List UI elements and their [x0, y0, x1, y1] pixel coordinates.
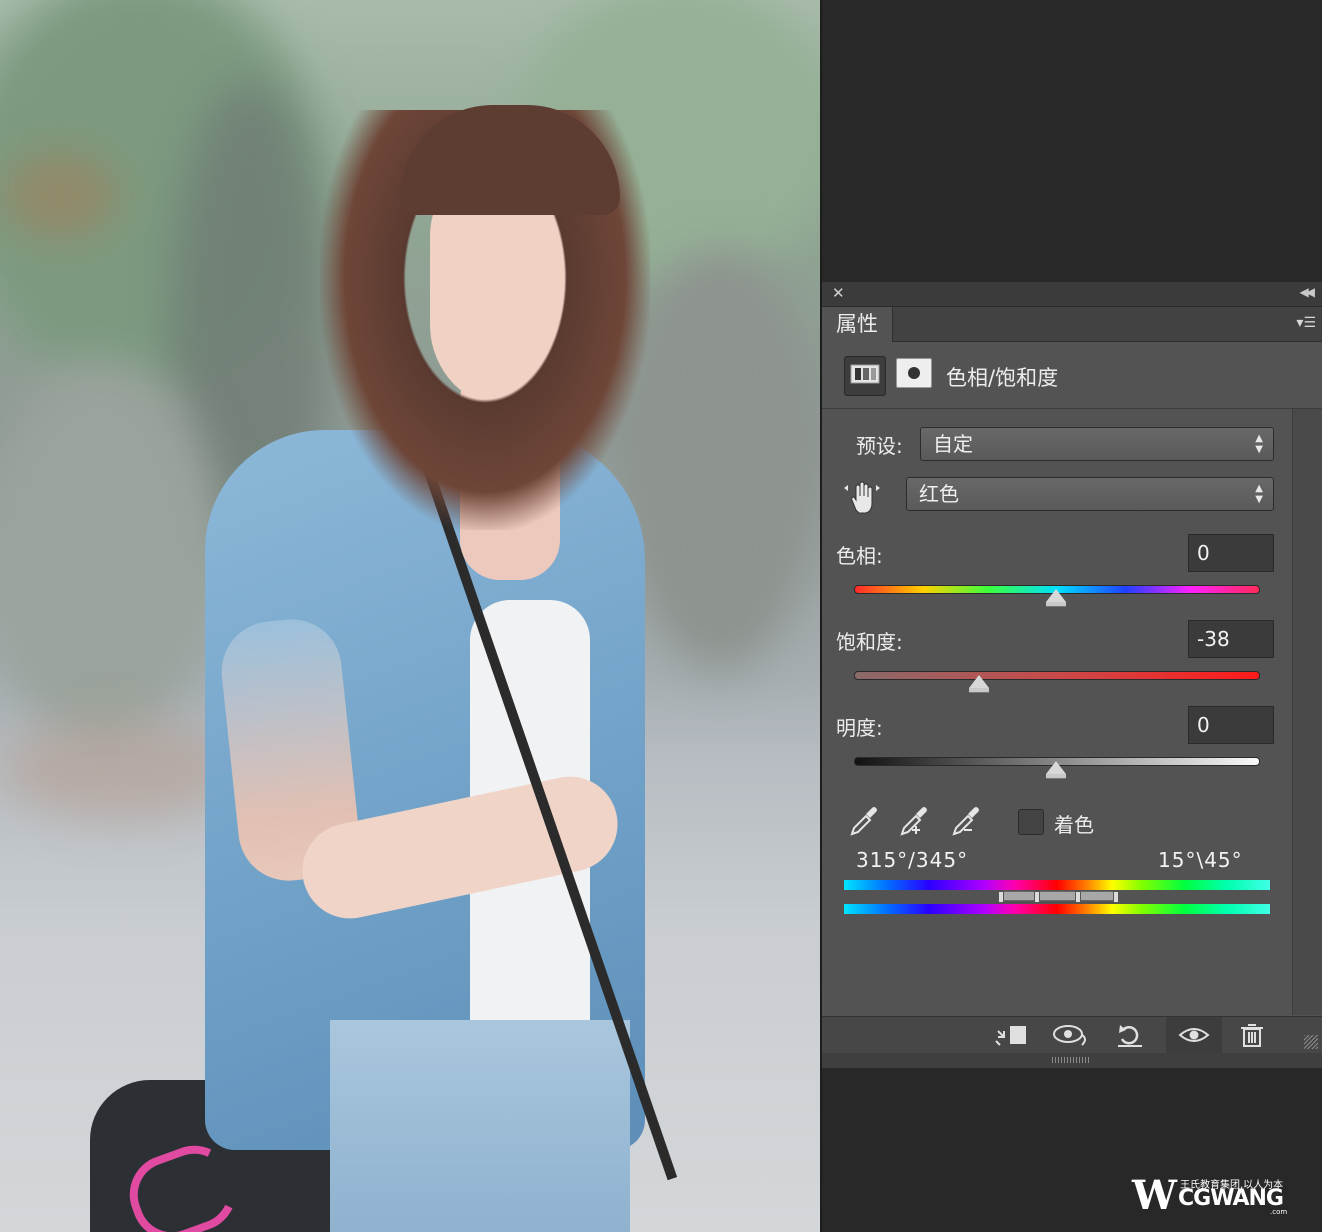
- lightness-input[interactable]: 0: [1188, 706, 1274, 744]
- saturation-label: 饱和度:: [836, 630, 903, 654]
- channel-value: 红色: [919, 482, 959, 506]
- saturation-slider-track[interactable]: [854, 671, 1260, 680]
- grip-lines: [1052, 1057, 1090, 1063]
- lightness-slider-thumb[interactable]: [1046, 761, 1066, 779]
- hue-input[interactable]: 0: [1188, 534, 1274, 572]
- watermark-brand: CGWANG: [1178, 1186, 1284, 1211]
- jeans: [330, 1020, 630, 1232]
- range-left-label: 315°/345°: [856, 848, 969, 872]
- panel-bottom-toolbar: [822, 1016, 1322, 1054]
- watermark-logo-mark: W: [1132, 1172, 1177, 1219]
- panel-tab-bar: 属性 ▾☰: [822, 307, 1322, 342]
- layer-mask-icon[interactable]: [896, 358, 932, 388]
- canvas-photo: [0, 0, 820, 1232]
- clip-to-layer-icon[interactable]: [992, 1021, 1032, 1049]
- watermark-suffix: .com: [1270, 1208, 1288, 1216]
- lightness-label: 明度:: [836, 716, 883, 740]
- saturation-slider-thumb[interactable]: [969, 675, 989, 693]
- hand-scrub-icon[interactable]: [842, 478, 882, 518]
- colorize-label: 着色: [1054, 813, 1094, 837]
- resize-grip-icon[interactable]: [1304, 1035, 1318, 1049]
- double-chevron-left-icon[interactable]: ◀◀: [1300, 285, 1316, 299]
- range-handle-inner-left[interactable]: [1034, 891, 1040, 903]
- panel-title-bar: ✕ ◀◀: [822, 282, 1322, 307]
- adjustment-title: 色相/饱和度: [946, 366, 1059, 390]
- hue-label: 色相:: [836, 544, 883, 568]
- eyedropper-minus-icon[interactable]: [948, 804, 982, 838]
- preset-value: 自定: [933, 432, 973, 456]
- trash-icon[interactable]: [1232, 1021, 1272, 1049]
- saturation-input[interactable]: -38: [1188, 620, 1274, 658]
- color-range-bar[interactable]: [1000, 891, 1118, 901]
- bottom-color-spectrum: [844, 904, 1270, 914]
- properties-panel: ✕ ◀◀ 属性 ▾☰ 色相/饱和度 预设: 自定 ▲ ▼ 红色 ▲ ▼ 色相: …: [822, 282, 1322, 1068]
- reset-icon[interactable]: [1110, 1021, 1150, 1049]
- channel-select[interactable]: 红色 ▲ ▼: [906, 477, 1274, 511]
- range-handle-inner-right[interactable]: [1075, 891, 1081, 903]
- colorize-checkbox[interactable]: [1018, 809, 1044, 835]
- top-color-spectrum: [844, 880, 1270, 890]
- updown-icon: ▲ ▼: [1255, 433, 1263, 455]
- preset-select[interactable]: 自定 ▲ ▼: [920, 427, 1274, 461]
- cgwang-watermark: W 王氏教育集团,以人为本 CGWANG .com: [1132, 1170, 1302, 1220]
- close-icon[interactable]: ✕: [832, 284, 845, 302]
- panel-menu-icon[interactable]: ▾☰: [1296, 315, 1316, 331]
- eyedropper-plus-icon[interactable]: [896, 804, 930, 838]
- view-previous-icon[interactable]: [1050, 1021, 1090, 1049]
- panel-bottom-grip[interactable]: [822, 1053, 1322, 1068]
- eyedropper-icon[interactable]: [846, 804, 880, 838]
- range-right-label: 15°\45°: [1158, 848, 1243, 872]
- hue-slider-thumb[interactable]: [1046, 589, 1066, 607]
- range-handle-outer-left[interactable]: [998, 891, 1004, 903]
- range-handle-outer-right[interactable]: [1113, 891, 1119, 903]
- panel-scrollbar[interactable]: [1292, 409, 1322, 1015]
- adjustment-header: 色相/饱和度: [822, 342, 1322, 409]
- hue-saturation-icon[interactable]: [844, 356, 886, 396]
- updown-icon: ▲ ▼: [1255, 483, 1263, 505]
- eye-icon[interactable]: [1174, 1021, 1214, 1049]
- preset-label: 预设:: [856, 434, 903, 458]
- tab-properties[interactable]: 属性: [822, 307, 893, 342]
